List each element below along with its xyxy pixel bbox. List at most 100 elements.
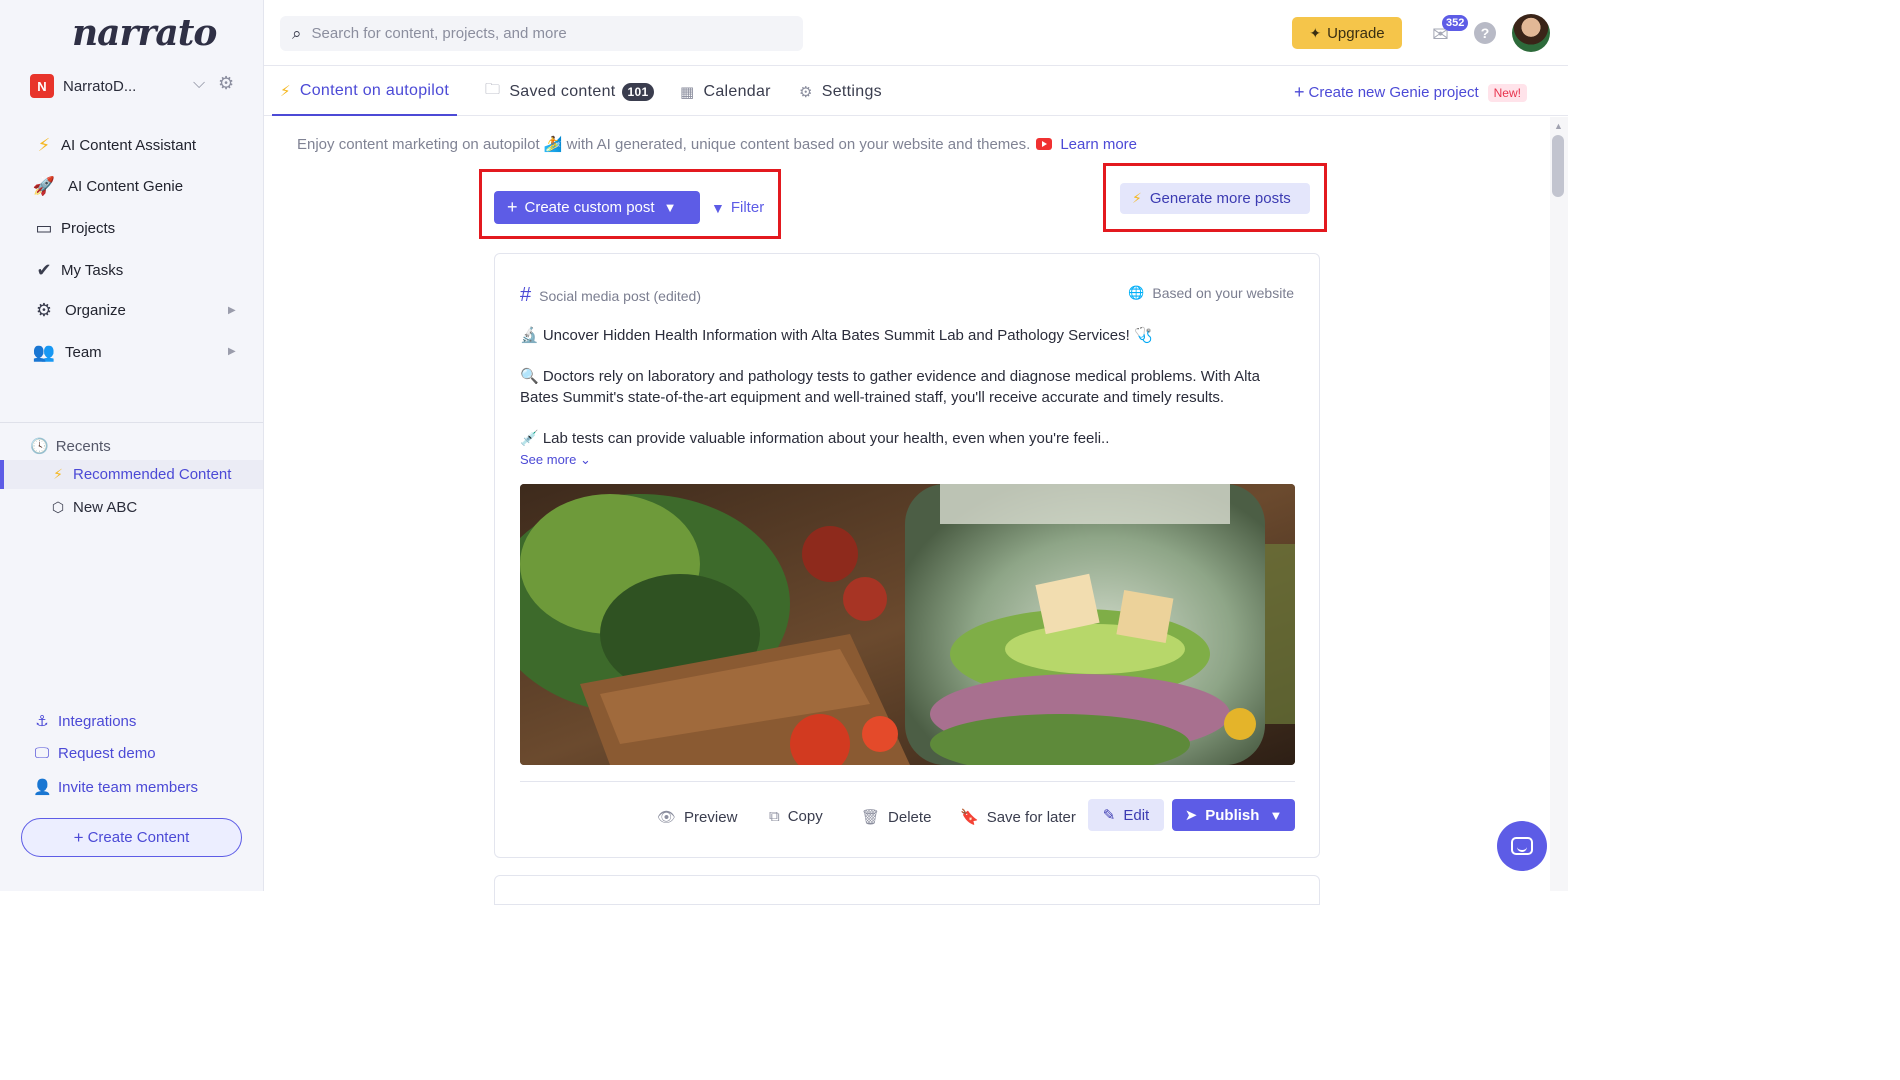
- nav-ai-content-genie[interactable]: 🚀 AI Content Genie: [32, 176, 183, 197]
- main-content: Enjoy content marketing on autopilot 🏄 w…: [264, 117, 1550, 905]
- create-content-button[interactable]: + Create Content: [21, 818, 242, 857]
- create-genie-project-link[interactable]: + Create new Genie project New!: [1294, 82, 1527, 103]
- expand-arrow-icon[interactable]: ▶: [228, 346, 236, 357]
- scroll-up-arrow-icon[interactable]: ▲: [1554, 121, 1563, 131]
- sidebar-divider: [0, 422, 263, 423]
- delete-button[interactable]: 🗑 Delete: [861, 808, 931, 827]
- gear-icon: ⚙: [799, 83, 813, 101]
- copy-label: Copy: [787, 808, 823, 825]
- nav-organize[interactable]: ⚙ Organize: [32, 300, 126, 321]
- post-paragraph: 💉 Lab tests can provide valuable informa…: [520, 430, 1110, 447]
- chat-launcher-button[interactable]: [1497, 821, 1547, 871]
- plus-icon: +: [507, 197, 518, 217]
- preview-button[interactable]: 👁 Preview: [657, 808, 738, 827]
- expand-arrow-icon[interactable]: ▶: [228, 305, 236, 316]
- create-custom-post-button[interactable]: + Create custom post ▼: [494, 191, 700, 224]
- chat-icon: [1511, 837, 1533, 855]
- recent-item-new-abc[interactable]: ⬡ New ABC: [50, 499, 137, 516]
- nav-team[interactable]: 👥 Team: [32, 342, 102, 363]
- plus-icon: +: [1294, 82, 1305, 102]
- chevron-down-icon: ▼: [1269, 807, 1283, 823]
- gear-icon[interactable]: ⚙: [218, 73, 234, 94]
- recent-item-recommended-content[interactable]: ⚡ Recommended Content: [50, 466, 231, 483]
- request-demo-link[interactable]: 🖵 Request demo: [33, 745, 156, 762]
- tab-calendar[interactable]: ▦ Calendar: [680, 67, 771, 116]
- link-label: Request demo: [58, 745, 156, 762]
- checkmark-icon: ✔: [36, 260, 52, 280]
- avatar[interactable]: [1512, 14, 1550, 52]
- copy-icon: ⧉: [769, 808, 780, 825]
- learn-more-link[interactable]: Learn more: [1060, 136, 1137, 153]
- nav-my-tasks[interactable]: ✔ My Tasks: [32, 260, 123, 281]
- tab-saved-content[interactable]: 🗀 Saved content 101: [485, 67, 655, 116]
- save-for-later-button[interactable]: 🔖 Save for later: [960, 808, 1076, 827]
- edit-button[interactable]: ✎ Edit: [1088, 799, 1164, 831]
- rocket-icon: 🚀: [32, 176, 56, 196]
- narrato-logo[interactable]: narrato: [72, 12, 217, 54]
- recents-header: 🕓 Recents: [30, 437, 111, 456]
- post-source: 🌐 Based on your website: [1128, 285, 1294, 301]
- sidebar: narrato N NarratoD... ⌵ ⚙ ⚡ AI Content A…: [0, 0, 264, 891]
- scrollbar[interactable]: ▲: [1550, 117, 1568, 891]
- workspace-name: NarratoD...: [63, 77, 137, 95]
- publish-button[interactable]: ➤ Publish ▼: [1172, 799, 1295, 831]
- workspace-selector[interactable]: N NarratoD... ⌵ ⚙: [30, 72, 240, 100]
- filter-button[interactable]: ▼ Filter: [711, 199, 764, 216]
- saved-count-badge: 101: [621, 82, 655, 101]
- see-more-link[interactable]: See more ⌄: [520, 452, 591, 468]
- bolt-icon: ⚡: [280, 82, 291, 100]
- help-icon[interactable]: ?: [1474, 22, 1496, 44]
- scrollbar-thumb[interactable]: [1552, 135, 1564, 197]
- intro-label: Enjoy content marketing on autopilot 🏄 w…: [297, 136, 1031, 153]
- anchor-icon: ⚓: [35, 713, 49, 730]
- filter-icon: ▼: [711, 199, 725, 216]
- bolt-icon: ⚡: [53, 466, 63, 482]
- chevron-down-icon: ▼: [663, 200, 677, 215]
- tab-bar: ⚡ Content on autopilot 🗀 Saved content 1…: [264, 67, 1568, 116]
- post-type-label: Social media post (edited): [539, 287, 701, 304]
- salad-jar-photo: [520, 484, 1295, 765]
- post-type: # Social media post (edited): [520, 284, 701, 307]
- new-badge: New!: [1487, 83, 1527, 102]
- nav-label: AI Content Genie: [68, 178, 184, 195]
- hashtag-icon: #: [520, 284, 532, 306]
- see-more-label: See more: [520, 452, 577, 467]
- send-icon: ➤: [1184, 807, 1198, 824]
- create-genie-project-label: Create new Genie project: [1308, 84, 1479, 101]
- notification-count-badge: 352: [1442, 15, 1469, 31]
- youtube-icon: [1036, 138, 1053, 150]
- gears-icon: ⚙: [35, 300, 53, 320]
- trash-icon: 🗑: [861, 809, 881, 826]
- cube-icon: ⬡: [51, 499, 65, 515]
- search-icon: ⌕: [292, 23, 302, 43]
- search-input[interactable]: [311, 25, 782, 42]
- invite-team-link[interactable]: 👤 Invite team members: [33, 778, 198, 797]
- recent-label: Recommended Content: [73, 466, 232, 483]
- monitor-icon: 🖵: [34, 745, 50, 762]
- nav-ai-content-assistant[interactable]: ⚡ AI Content Assistant: [32, 135, 196, 156]
- nav-label: Team: [65, 344, 102, 361]
- nav-label: AI Content Assistant: [61, 137, 197, 154]
- bolt-icon: ⚡: [1132, 190, 1142, 206]
- preview-label: Preview: [684, 808, 738, 826]
- recent-label: New ABC: [73, 499, 138, 516]
- tab-settings[interactable]: ⚙ Settings: [799, 67, 882, 116]
- edit-label: Edit: [1123, 806, 1150, 824]
- nav-projects[interactable]: ▭ Projects: [32, 218, 115, 239]
- team-icon: 👥: [32, 342, 56, 362]
- upgrade-button[interactable]: ✦ Upgrade: [1292, 17, 1402, 49]
- chevron-down-icon[interactable]: ⌵: [193, 75, 205, 93]
- create-custom-post-label: Create custom post: [524, 199, 655, 216]
- generate-more-posts-button[interactable]: ⚡ Generate more posts: [1120, 183, 1310, 214]
- copy-button[interactable]: ⧉ Copy: [769, 808, 823, 825]
- search-bar[interactable]: ⌕: [280, 16, 803, 51]
- tab-content-on-autopilot[interactable]: ⚡ Content on autopilot: [272, 67, 458, 116]
- post-paragraph: 🔍 Doctors rely on laboratory and patholo…: [520, 368, 1260, 406]
- integrations-link[interactable]: ⚓ Integrations: [33, 712, 136, 731]
- post-paragraph: 🔬 Uncover Hidden Health Information with…: [520, 327, 1153, 344]
- calendar-icon: ▦: [680, 83, 695, 101]
- briefcase-icon: ▭: [35, 218, 53, 238]
- add-user-icon: 👤: [33, 779, 52, 796]
- nav-label: Projects: [61, 220, 116, 237]
- bolt-icon: ⚡: [37, 135, 51, 155]
